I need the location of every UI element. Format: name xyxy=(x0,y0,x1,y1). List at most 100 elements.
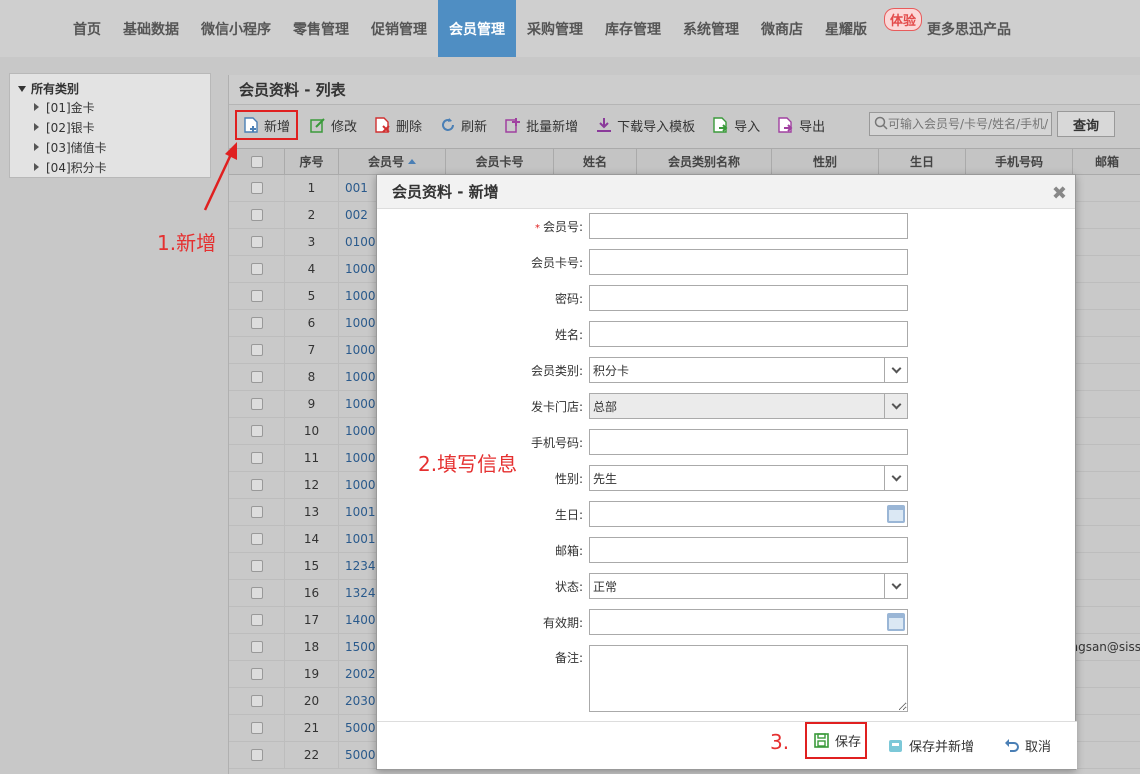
refresh-button[interactable]: 刷新 xyxy=(434,110,493,140)
collapsed-icon[interactable] xyxy=(34,143,39,151)
row-checkbox[interactable] xyxy=(250,722,263,734)
nav-item-7[interactable]: 库存管理 xyxy=(594,0,672,57)
row-checkbox[interactable] xyxy=(250,506,263,518)
calendar-icon[interactable] xyxy=(887,613,905,631)
calendar-icon[interactable] xyxy=(887,505,905,523)
tree-item-stored-value[interactable]: [03]储值卡 xyxy=(18,137,202,157)
row-checkbox-cell xyxy=(229,715,285,741)
expand-icon[interactable] xyxy=(18,85,26,92)
nav-item-11[interactable]: 更多思迅产品 xyxy=(916,0,1022,57)
gender-select[interactable]: 先生 xyxy=(589,465,908,491)
cancel-button[interactable]: 取消 xyxy=(1003,731,1051,759)
status-select[interactable]: 正常 xyxy=(589,573,908,599)
row-checkbox[interactable] xyxy=(250,182,263,194)
nav-item-8[interactable]: 系统管理 xyxy=(672,0,750,57)
category-select[interactable]: 积分卡 xyxy=(589,357,908,383)
nav-item-10[interactable]: 星耀版 体验 xyxy=(814,0,922,57)
email-input[interactable] xyxy=(589,537,908,563)
row-checkbox[interactable] xyxy=(250,425,263,437)
row-checkbox[interactable] xyxy=(250,749,263,761)
tree-item-gold[interactable]: [01]金卡 xyxy=(18,97,202,117)
nav-item-3[interactable]: 零售管理 xyxy=(282,0,360,57)
row-checkbox[interactable] xyxy=(250,371,263,383)
row-number: 22 xyxy=(285,742,339,768)
search-input[interactable] xyxy=(888,117,1048,131)
row-checkbox[interactable] xyxy=(250,479,263,491)
tree-root[interactable]: 所有类别 xyxy=(18,80,202,97)
col-header-name[interactable]: 姓名 xyxy=(554,149,637,174)
edit-button[interactable]: 修改 xyxy=(304,110,363,140)
row-checkbox[interactable] xyxy=(250,344,263,356)
category-value: 积分卡 xyxy=(593,363,630,378)
row-checkbox[interactable] xyxy=(250,533,263,545)
row-checkbox[interactable] xyxy=(250,668,263,680)
nav-item-1[interactable]: 基础数据 xyxy=(112,0,190,57)
password-input[interactable] xyxy=(589,285,908,311)
search-icon xyxy=(874,116,888,133)
row-number: 7 xyxy=(285,337,339,363)
row-checkbox[interactable] xyxy=(250,398,263,410)
card-no-input[interactable] xyxy=(589,249,908,275)
birthday-input[interactable] xyxy=(589,501,908,527)
row-checkbox[interactable] xyxy=(250,317,263,329)
email-cell xyxy=(1073,499,1140,525)
row-checkbox[interactable] xyxy=(250,290,263,302)
chevron-down-icon[interactable] xyxy=(884,358,907,382)
tree-item-silver[interactable]: [02]银卡 xyxy=(18,117,202,137)
row-checkbox[interactable] xyxy=(250,695,263,707)
select-all-checkbox[interactable] xyxy=(250,155,263,168)
row-checkbox[interactable] xyxy=(250,263,263,275)
col-header-birthday[interactable]: 生日 xyxy=(879,149,966,174)
export-button[interactable]: 导出 xyxy=(772,110,831,140)
nav-item-5[interactable]: 会员管理 xyxy=(438,0,516,57)
add-button[interactable]: 新增 xyxy=(235,110,299,140)
annotation-arrow xyxy=(203,142,237,211)
col-header-card-no[interactable]: 会员卡号 xyxy=(446,149,554,174)
query-button[interactable]: 查询 xyxy=(1057,111,1115,137)
collapsed-icon[interactable] xyxy=(34,123,39,131)
expiry-input[interactable] xyxy=(589,609,908,635)
collapsed-icon[interactable] xyxy=(34,163,39,171)
row-checkbox[interactable] xyxy=(250,236,263,248)
phone-input[interactable] xyxy=(589,429,908,455)
import-button[interactable]: 导入 xyxy=(707,110,766,140)
member-no-input[interactable] xyxy=(589,213,908,239)
col-header-member-no[interactable]: 会员号 xyxy=(339,149,446,174)
email-cell xyxy=(1073,418,1140,444)
sort-asc-icon xyxy=(408,159,416,164)
row-checkbox[interactable] xyxy=(250,209,263,221)
tree-item-points[interactable]: [04]积分卡 xyxy=(18,157,202,177)
close-icon[interactable]: ✖ xyxy=(1052,183,1067,204)
chevron-down-icon[interactable] xyxy=(884,466,907,490)
col-header-category[interactable]: 会员类别名称 xyxy=(637,149,772,174)
remark-textarea[interactable] xyxy=(589,645,908,712)
nav-item-4[interactable]: 促销管理 xyxy=(360,0,438,57)
email-cell xyxy=(1073,283,1140,309)
nav-item-6[interactable]: 采购管理 xyxy=(516,0,594,57)
search-box[interactable] xyxy=(869,112,1052,136)
row-number: 18 xyxy=(285,634,339,660)
col-header-phone[interactable]: 手机号码 xyxy=(966,149,1073,174)
row-checkbox[interactable] xyxy=(250,587,263,599)
col-header-email[interactable]: 邮箱 xyxy=(1073,149,1140,174)
nav-item-0[interactable]: 首页 xyxy=(62,0,112,57)
row-checkbox[interactable] xyxy=(250,452,263,464)
col-header-no[interactable]: 序号 xyxy=(285,149,339,174)
nav-item-9[interactable]: 微商店 xyxy=(750,0,814,57)
row-checkbox[interactable] xyxy=(250,560,263,572)
download-template-button[interactable]: 下载导入模板 xyxy=(590,110,701,140)
name-input[interactable] xyxy=(589,321,908,347)
chevron-down-icon[interactable] xyxy=(884,574,907,598)
save-button[interactable]: 保存 xyxy=(805,722,867,759)
row-checkbox[interactable] xyxy=(250,641,263,653)
nav-item-2[interactable]: 微信小程序 xyxy=(190,0,282,57)
col-header-gender[interactable]: 性别 xyxy=(772,149,879,174)
collapsed-icon[interactable] xyxy=(34,103,39,111)
save-add-icon xyxy=(887,737,903,753)
batch-add-button[interactable]: 批量新增 xyxy=(499,110,584,140)
row-checkbox-cell xyxy=(229,472,285,498)
save-and-add-button[interactable]: 保存并新增 xyxy=(887,731,974,759)
row-checkbox[interactable] xyxy=(250,614,263,626)
email-cell xyxy=(1073,337,1140,363)
delete-button[interactable]: 删除 xyxy=(369,110,428,140)
